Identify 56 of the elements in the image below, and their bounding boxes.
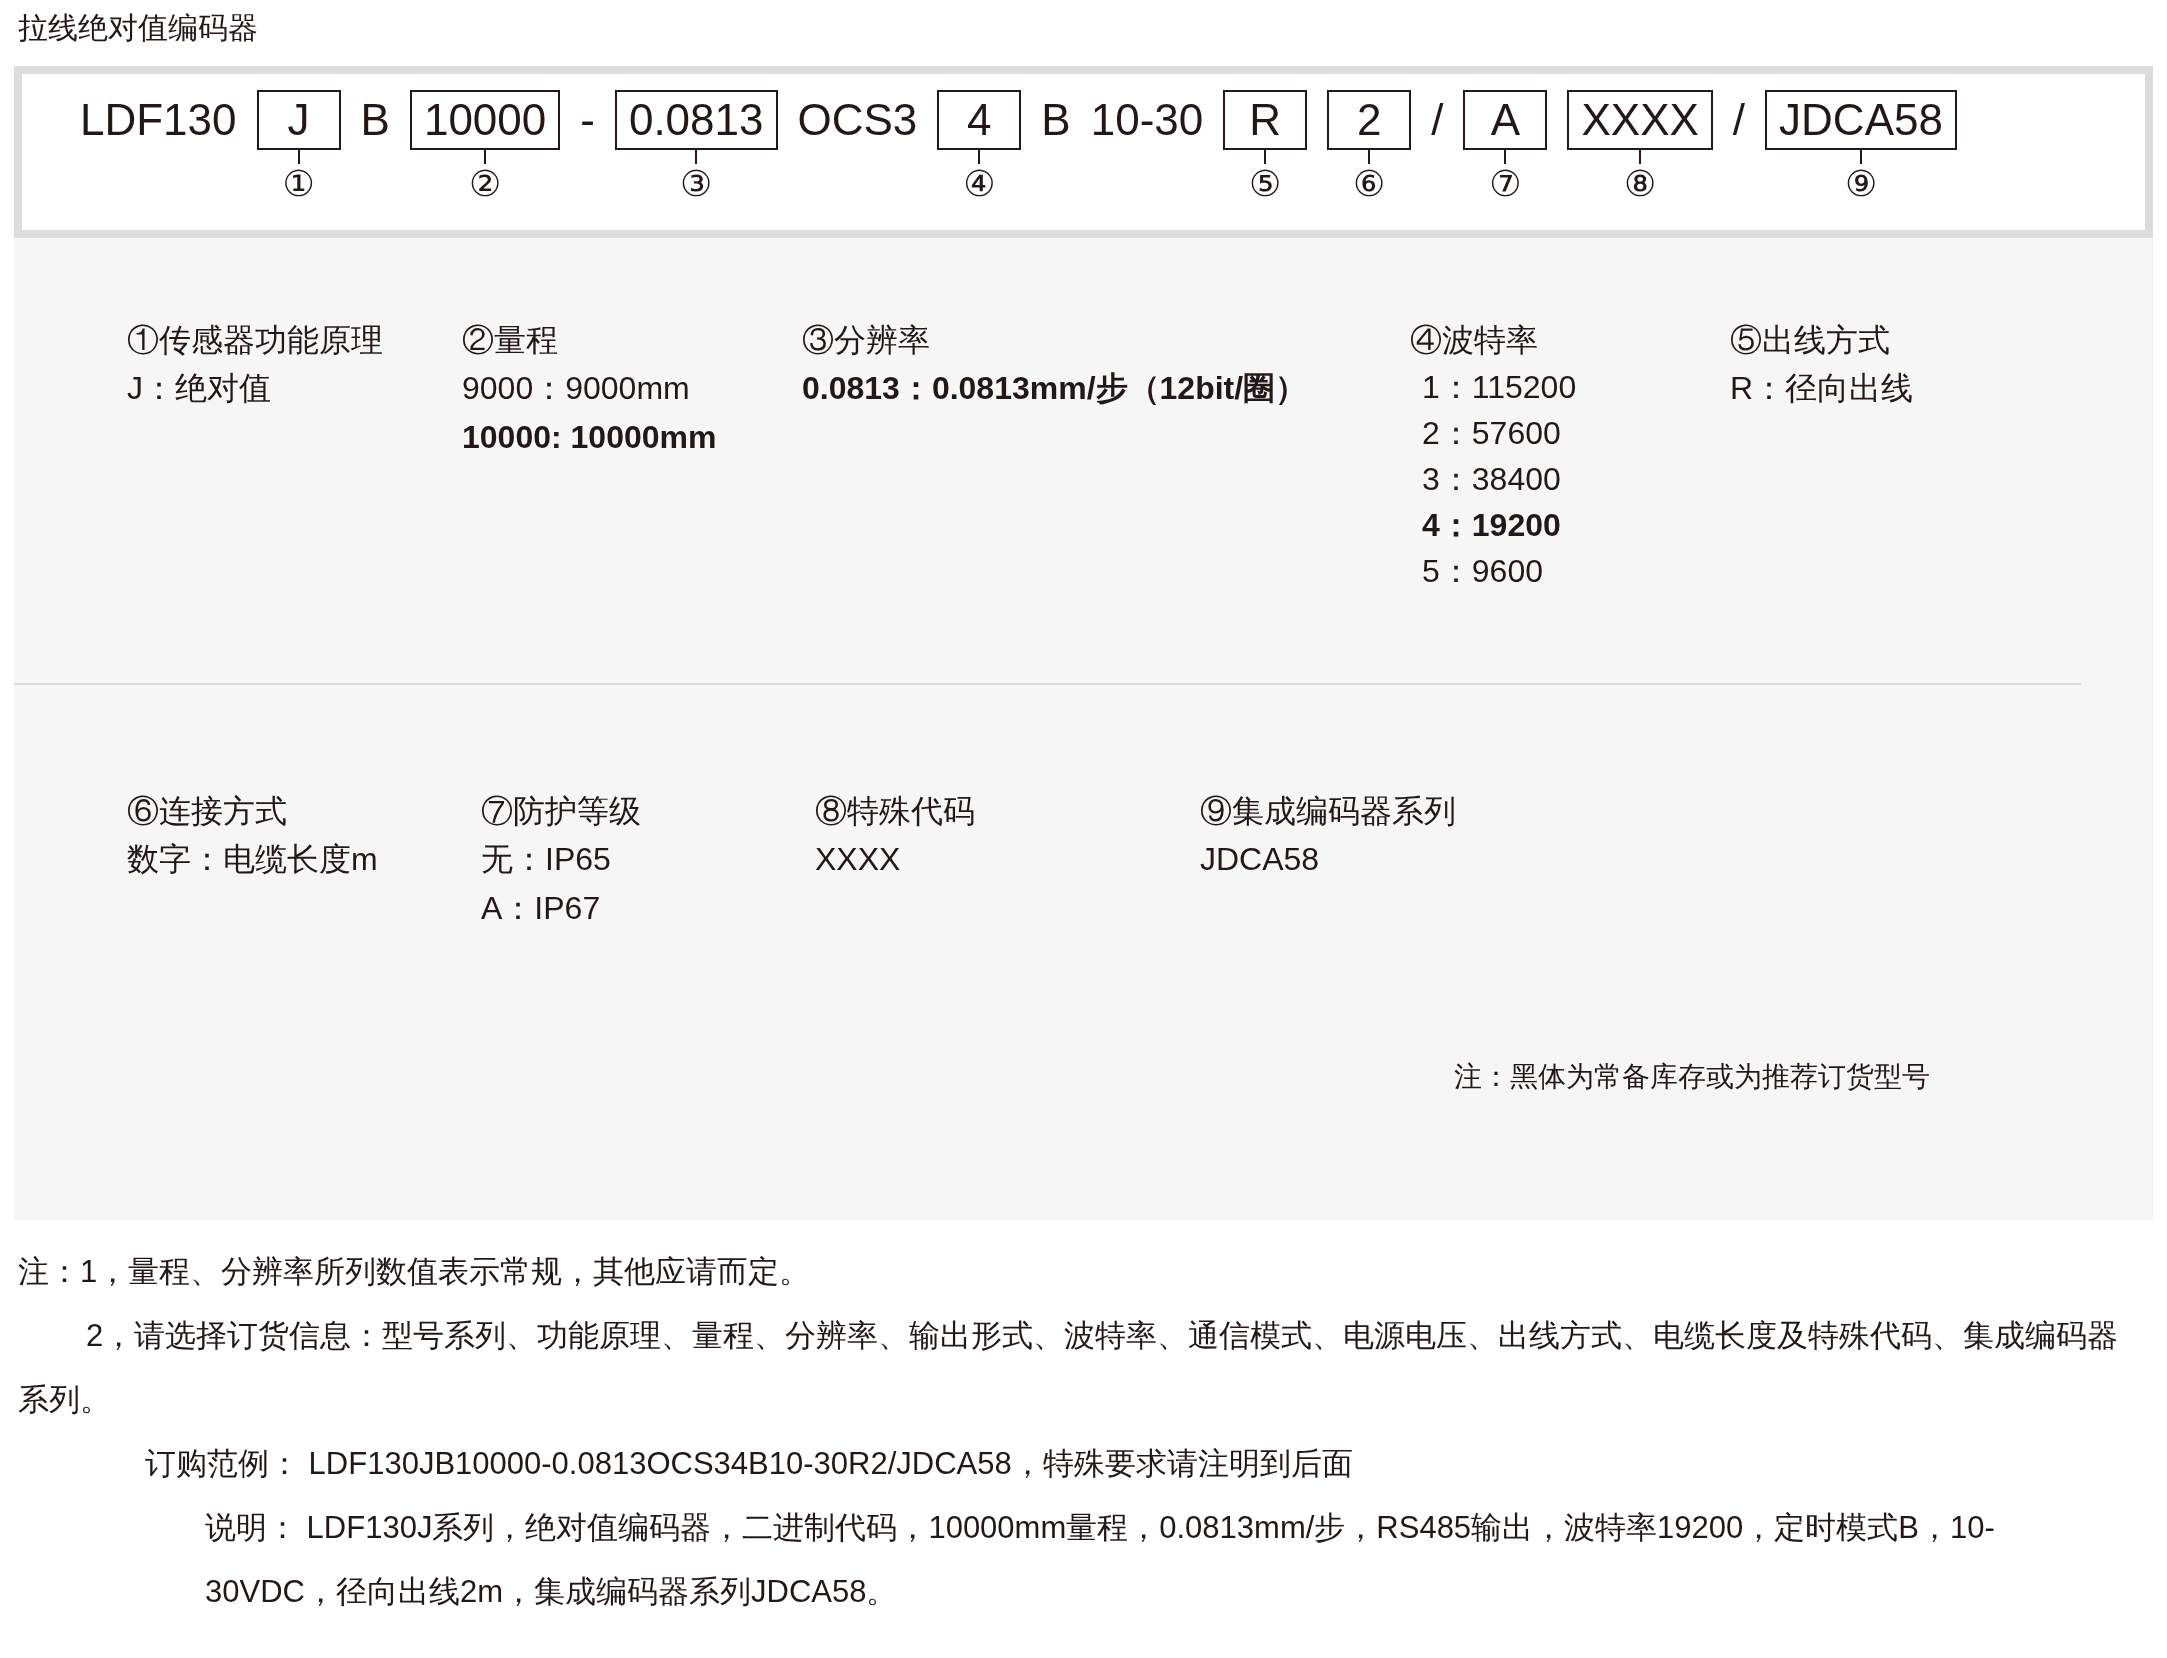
code-segment: 4: [937, 90, 1022, 150]
footnote-text: 2，请选择订货信息：型号系列、功能原理、量程、分辨率、输出形式、波特率、通信模式、电源电压、出线方式、电缆长度及特殊代码、集成编码器系列。: [17, 1317, 2120, 1419]
code-segment: J: [256, 90, 341, 150]
code-text: B: [1041, 94, 1071, 146]
option-heading: ④波特率: [1410, 321, 1539, 360]
option-text: 2：57600: [1421, 414, 1562, 453]
stock-note: 注：黑体为常备库存或为推荐订货型号: [1454, 1060, 1930, 1094]
option-text: 4：19200: [1421, 506, 1562, 545]
page-title: 拉线绝对值编码器: [18, 11, 258, 44]
option-text: 10000: 10000mm: [462, 418, 718, 457]
code-text: LDF130: [80, 94, 237, 146]
option-text: 无：IP65: [481, 840, 612, 879]
code-text: -: [580, 94, 595, 146]
code-text: /: [1431, 94, 1444, 146]
option-heading: ⑤出线方式: [1730, 321, 1891, 360]
option-heading: ⑥连接方式: [127, 792, 288, 831]
option-text: 3：38400: [1421, 460, 1562, 499]
footnote-text: 说明： LDF130J系列，绝对值编码器，二进制代码，10000mm量程，0.0813mm/步，RS485输出，波特率19200，定时模式B，10-30VDC，径向出线2m，集成编码器系列JDCA58。: [204, 1509, 1996, 1611]
segment-number: ⑨: [1844, 164, 1878, 204]
footnote-text: 订购范例： LDF130JB10000-0.0813OCS34B10-30R2/JDCA58，特殊要求请注明到后面: [144, 1445, 1354, 1483]
code-segment: 2: [1327, 90, 1412, 150]
option-text: 9000：9000mm: [462, 369, 691, 408]
footnote-text: 注：1，量程、分辨率所列数值表示常规，其他应请而定。: [17, 1253, 812, 1291]
segment-number: ②: [468, 164, 502, 204]
option-text: J：绝对值: [127, 369, 272, 408]
option-text: 数字：电缆长度m: [127, 840, 379, 879]
code-text: 10-30: [1090, 94, 1204, 146]
code-text: OCS3: [797, 94, 918, 146]
option-heading: ⑧特殊代码: [815, 792, 976, 831]
option-heading: ②量程: [462, 321, 559, 360]
option-text: 1：115200: [1421, 368, 1578, 407]
option-heading: ③分辨率: [802, 321, 931, 360]
code-segment: 0.0813: [614, 90, 778, 150]
code-segment: 10000: [409, 90, 561, 150]
segment-number: ③: [680, 164, 713, 204]
code-segment: XXXX: [1567, 90, 1713, 150]
code-text: /: [1732, 94, 1746, 146]
segment-number: ①: [282, 164, 315, 204]
code-segment: JDCA58: [1765, 90, 1957, 150]
option-heading: ⑦防护等级: [481, 792, 642, 831]
code-segment: R: [1223, 90, 1308, 150]
option-text: A：IP67: [481, 889, 602, 928]
option-text: 5：9600: [1421, 552, 1544, 591]
option-text: JDCA58: [1200, 840, 1321, 879]
option-text: XXXX: [815, 840, 902, 879]
option-heading: ①传感器功能原理: [127, 321, 384, 360]
segment-number: ④: [963, 164, 996, 204]
option-text: 0.0813：0.0813mm/步（12bit/圈）: [802, 369, 1309, 408]
option-heading: ⑨集成编码器系列: [1200, 792, 1457, 831]
segment-number: ⑧: [1624, 164, 1657, 204]
code-text: B: [360, 94, 390, 146]
code-segment: A: [1463, 90, 1548, 150]
segment-number: ⑦: [1489, 164, 1522, 204]
segment-number: ⑤: [1249, 164, 1282, 204]
option-text: R：径向出线: [1730, 369, 1915, 408]
segment-number: ⑥: [1353, 164, 1386, 204]
